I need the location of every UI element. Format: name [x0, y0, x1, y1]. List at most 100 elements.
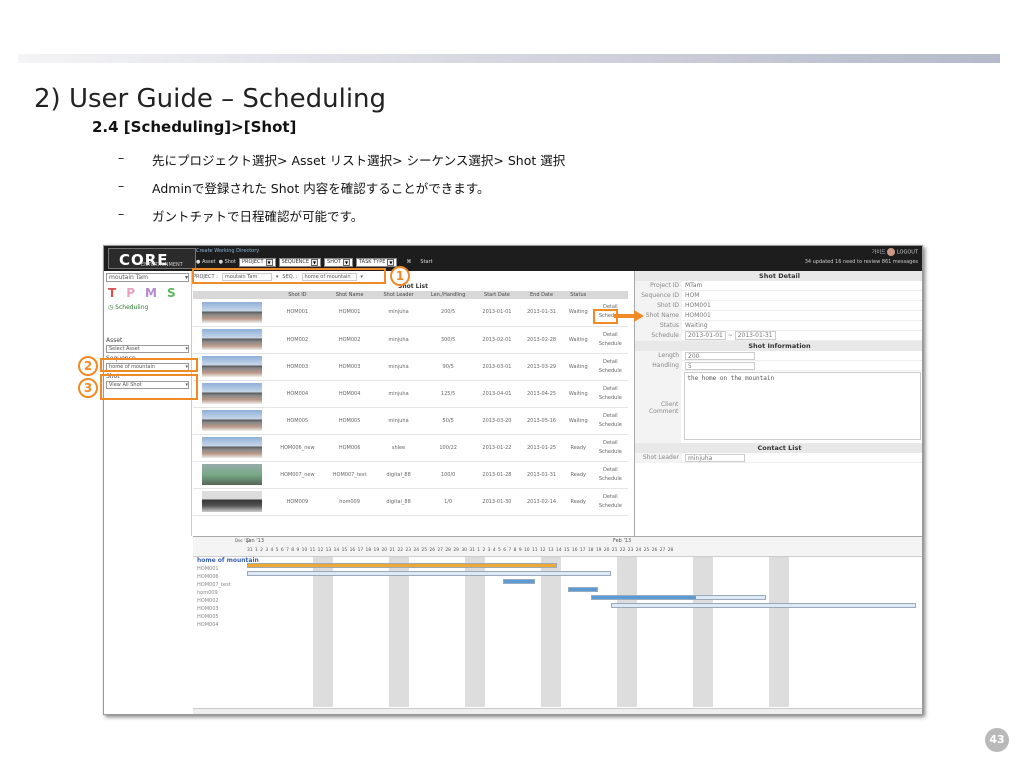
- chevron-down-icon: ▼: [387, 258, 395, 266]
- detail-link[interactable]: Detail: [593, 331, 628, 340]
- column-header: Shot ID: [271, 291, 324, 299]
- schedule-link[interactable]: Schedule: [593, 475, 628, 484]
- detail-link[interactable]: Detail: [593, 412, 628, 421]
- left-panel: moutain Tam ▾ T P M S ◷ Scheduling Asset …: [104, 271, 192, 536]
- logout-area[interactable]: 가이드 LOGOUT: [872, 248, 918, 256]
- client-comment-label: Client Comment: [635, 371, 682, 443]
- table-row[interactable]: HOM005 HOM005 minjuha 50/5 2013-03-20 2013-05…: [193, 407, 628, 435]
- shot-thumbnail[interactable]: [202, 464, 262, 485]
- table-row[interactable]: HOM003 HOM003 minjuha 90/5 2013-03-01 2013-03…: [193, 353, 628, 381]
- gantt-task-bar[interactable]: [503, 579, 535, 584]
- gantt-row-name[interactable]: HOM003: [193, 605, 259, 613]
- schedule-link[interactable]: Schedule: [593, 340, 628, 349]
- status-cell: Waiting: [563, 299, 593, 327]
- schedule-link[interactable]: Schedule: [593, 448, 628, 457]
- table-row[interactable]: HOM007_new HOM007_test digital_88 100/0 2013…: [193, 461, 628, 489]
- table-row[interactable]: HOM001 HOM001 minjuha 200/5 2013-01-01 2013-0…: [193, 299, 628, 327]
- gantt-row-name[interactable]: HOM004: [193, 621, 259, 629]
- shot-thumbnail[interactable]: [202, 301, 262, 323]
- shot-thumbnail[interactable]: [202, 383, 262, 404]
- detail-link[interactable]: Detail: [593, 493, 628, 502]
- length-input[interactable]: 200: [685, 351, 755, 360]
- detail-link[interactable]: Detail: [593, 385, 628, 394]
- task-type-select[interactable]: TASK TYPE ▼: [355, 257, 398, 267]
- detail-link[interactable]: Detail: [593, 358, 628, 367]
- shot-thumbnail[interactable]: [202, 329, 262, 350]
- callout-3: 3: [78, 378, 98, 398]
- len-handling-cell: 1/0: [421, 488, 475, 516]
- gantt-task-bar[interactable]: [247, 571, 611, 576]
- status-summary[interactable]: 34 updated 16 need to review 861 message…: [805, 259, 918, 265]
- slide-title: 2) User Guide – Scheduling: [34, 84, 387, 114]
- schedule-link[interactable]: Schedule: [593, 502, 628, 511]
- shot-name-cell: HOM006: [323, 434, 376, 462]
- schedule-link[interactable]: Schedule: [593, 394, 628, 403]
- gantt-row-name[interactable]: HOM007_test: [193, 581, 259, 589]
- start-date-cell: 2013-03-20: [474, 407, 520, 435]
- start-button[interactable]: Start: [420, 259, 432, 265]
- create-working-directory-link[interactable]: Create Working Directory: [196, 248, 259, 254]
- handling-input[interactable]: 5: [685, 361, 755, 370]
- shot-leader-input[interactable]: minjuha: [685, 453, 745, 462]
- core-logo[interactable]: CORE ENTERTAINMENT: [108, 248, 196, 269]
- shot-thumbnail[interactable]: [202, 491, 262, 512]
- project-dropdown[interactable]: moutain Tam ▾: [106, 273, 189, 282]
- length-row: Length 200: [635, 350, 922, 361]
- tree-icon[interactable]: ⌘: [406, 259, 411, 265]
- shot-thumbnail[interactable]: [202, 356, 262, 377]
- gantt-task-bar[interactable]: [568, 587, 598, 592]
- start-date-cell: 2013-01-22: [474, 434, 520, 462]
- shot-leader-cell: minjuha: [375, 299, 422, 327]
- asset-radio[interactable]: ● Asset: [196, 259, 216, 265]
- horizontal-scrollbar[interactable]: [193, 708, 922, 714]
- table-row[interactable]: HOM004 HOM004 minjuha 125/5 2013-04-01 2013-0…: [193, 380, 628, 408]
- detail-field-row: Sequence ID HOM: [635, 290, 922, 301]
- chevron-down-icon: ▾: [185, 346, 188, 352]
- callout-2: 2: [78, 356, 98, 376]
- end-date-cell: 2013-01-31: [519, 461, 564, 489]
- detail-link[interactable]: Detail: [593, 466, 628, 475]
- table-row[interactable]: HOM009 hom009 digital_88 1/0 2013-01-30 2013-…: [193, 488, 628, 516]
- len-handling-cell: 50/5: [421, 407, 475, 435]
- table-row[interactable]: HOM002 HOM002 minjuha 300/5 2013-02-01 2013-0…: [193, 326, 628, 354]
- tab-s[interactable]: S: [167, 286, 176, 300]
- tab-p[interactable]: P: [126, 286, 135, 300]
- table-row[interactable]: HOM006_new HOM006 shlee 100/22 2013-01-22 201…: [193, 434, 628, 462]
- schedule-link[interactable]: Schedule: [593, 367, 628, 376]
- scheduling-menu-item[interactable]: ◷ Scheduling: [108, 304, 187, 311]
- detail-link[interactable]: Detail: [593, 439, 628, 448]
- gantt-task-bar[interactable]: [247, 563, 557, 568]
- detail-field-row: Shot ID HOM001: [635, 300, 922, 311]
- schedule-link[interactable]: Schedule: [593, 421, 628, 430]
- column-header: Len./Handling: [421, 291, 475, 299]
- detail-field-value: HOM: [685, 292, 700, 299]
- shot-select[interactable]: SHOT ▼: [324, 257, 353, 267]
- len-handling-cell: 100/0: [421, 461, 475, 489]
- shot-thumbnail[interactable]: [202, 437, 262, 458]
- gantt-row-name[interactable]: HOM002: [193, 597, 259, 605]
- thumbnail-cell: [193, 488, 271, 516]
- asset-select[interactable]: Select Asset ▾: [106, 345, 189, 353]
- schedule-label: Schedule: [635, 330, 682, 341]
- shot-leader-cell: minjuha: [375, 353, 422, 381]
- shot-detail-panel: Shot Detail Project ID MTam Sequence ID HOM…: [634, 271, 922, 536]
- gantt-task-bar[interactable]: [611, 603, 916, 608]
- shot-name-cell: hom009: [323, 488, 376, 516]
- shot-thumbnail[interactable]: [202, 410, 262, 431]
- schedule-start-input[interactable]: 2013-01-01: [685, 331, 726, 340]
- schedule-end-input[interactable]: 2013-01-31: [734, 331, 776, 340]
- project-select[interactable]: PROJECT ▼: [238, 257, 276, 267]
- gantt-row-name[interactable]: hom009: [193, 589, 259, 597]
- sequence-select[interactable]: SEQUENCE ▼: [278, 257, 322, 267]
- tab-m[interactable]: M: [145, 286, 157, 300]
- column-header: Start Date: [474, 291, 520, 299]
- tab-t[interactable]: T: [108, 286, 116, 300]
- gantt-task-bar[interactable]: [591, 595, 766, 600]
- column-header: [193, 291, 271, 299]
- shot-leader-cell: minjuha: [375, 407, 422, 435]
- gantt-row-name[interactable]: HOM005: [193, 613, 259, 621]
- client-comment-textarea[interactable]: the home on the mountain: [684, 372, 921, 440]
- shot-radio[interactable]: ● Shot: [219, 259, 236, 265]
- start-date-cell: 2013-04-01: [474, 380, 520, 408]
- shot-id-cell: HOM005: [271, 407, 324, 435]
